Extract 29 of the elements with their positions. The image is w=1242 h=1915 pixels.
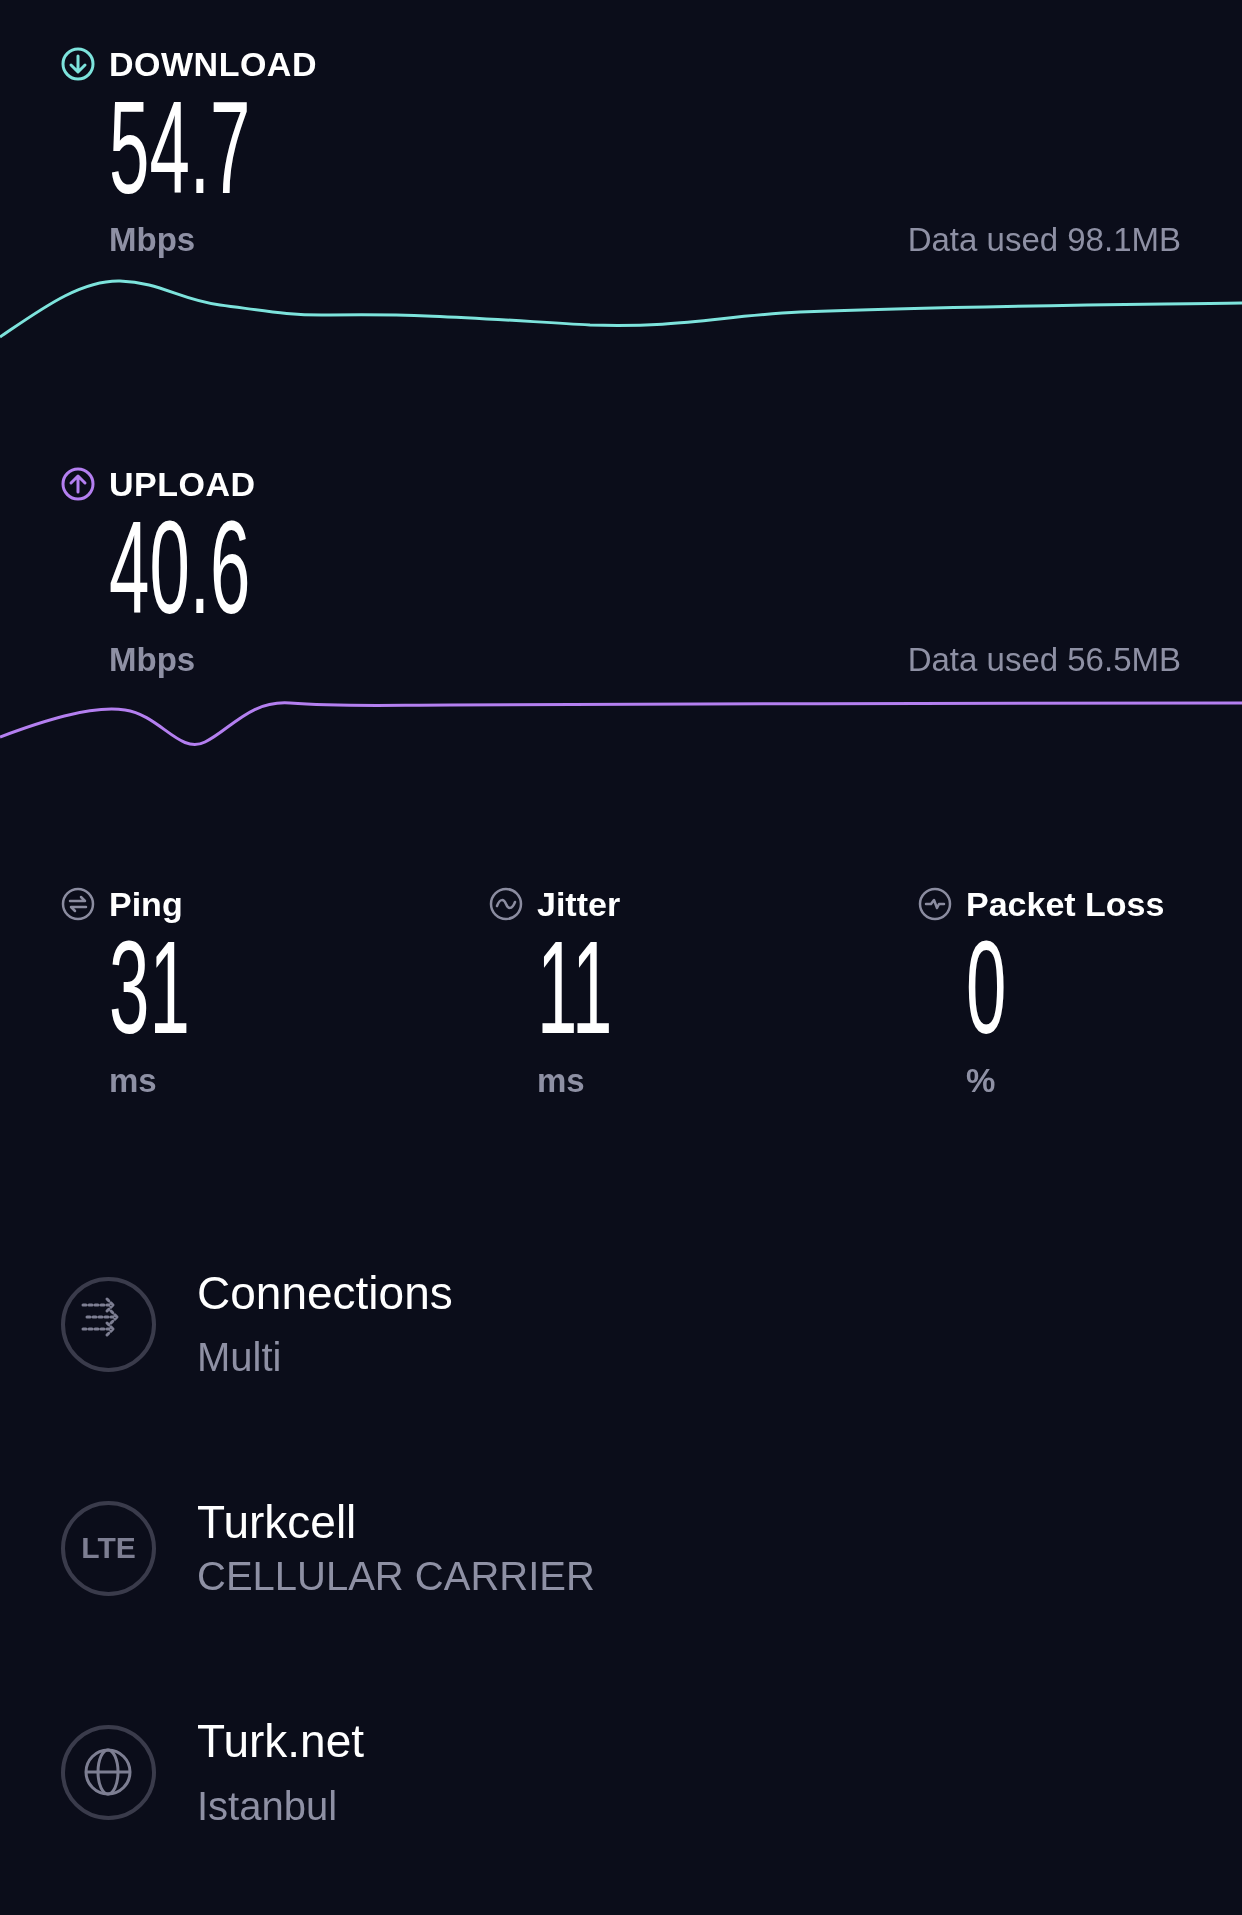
metric-value: 11 bbox=[537, 922, 613, 1054]
speed-value: 40.6 bbox=[109, 502, 251, 634]
metric-label: Jitter bbox=[537, 883, 621, 925]
data-used-label: Data used 98.1MB bbox=[907, 220, 1181, 261]
info-title: Connections bbox=[197, 1267, 453, 1319]
test-label: UPLOAD bbox=[109, 463, 256, 505]
metric-label: Ping bbox=[109, 883, 183, 925]
info-title: Turkcell bbox=[197, 1496, 358, 1548]
ping-icon bbox=[60, 886, 96, 922]
unit-label: ms bbox=[537, 1061, 585, 1102]
data-used-label: Data used 56.5MB bbox=[907, 640, 1181, 681]
speed-value: 54.7 bbox=[109, 82, 251, 214]
metric-value: 31 bbox=[109, 922, 190, 1054]
unit-label: ms bbox=[109, 1061, 157, 1102]
pulse-icon bbox=[917, 886, 953, 922]
test-label: DOWNLOAD bbox=[109, 43, 317, 85]
unit-label: Mbps bbox=[109, 640, 196, 681]
metric-label: Packet Loss bbox=[966, 883, 1165, 925]
arrows-icon bbox=[61, 1276, 156, 1372]
metric-value: 0 bbox=[966, 922, 1007, 1054]
info-title: Turk.net bbox=[197, 1715, 365, 1767]
unit-label: % bbox=[966, 1061, 996, 1102]
info-subtitle: Multi bbox=[197, 1334, 283, 1381]
info-subtitle: Istanbul bbox=[197, 1783, 339, 1830]
unit-label: Mbps bbox=[109, 220, 196, 261]
wave-icon bbox=[488, 886, 524, 922]
lte-icon: LTE bbox=[61, 1500, 156, 1596]
globe-icon bbox=[61, 1725, 156, 1820]
info-subtitle: CELLULAR CARRIER bbox=[197, 1553, 595, 1600]
